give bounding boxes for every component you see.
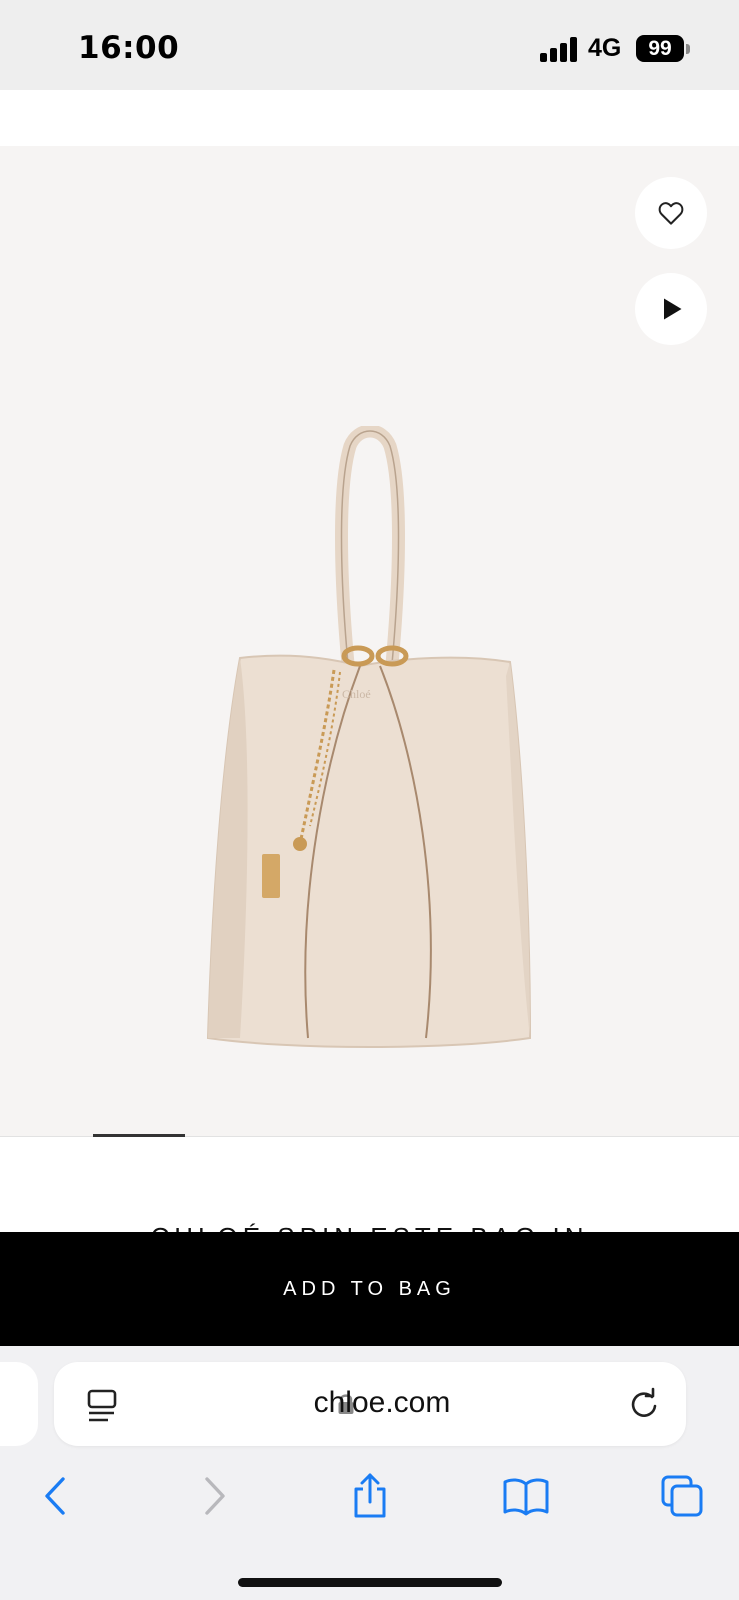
- battery-tip: [686, 44, 690, 54]
- gallery-indicator[interactable]: [93, 1134, 185, 1137]
- forward-button[interactable]: [184, 1466, 244, 1526]
- browser-toolbar: chloe.com: [0, 1346, 739, 1600]
- add-to-bag-label: ADD TO BAG: [283, 1277, 456, 1300]
- tabs-icon: [661, 1475, 703, 1517]
- signal-icon: [540, 36, 580, 62]
- product-image: Chloé: [206, 426, 532, 1048]
- previous-tab[interactable]: [0, 1362, 38, 1446]
- bag-logo: Chloé: [342, 687, 371, 701]
- forward-icon: [205, 1477, 225, 1515]
- tabs-button[interactable]: [652, 1466, 712, 1526]
- bookmarks-icon: [503, 1478, 549, 1516]
- browser-nav: [0, 1466, 739, 1536]
- back-button[interactable]: [26, 1466, 86, 1526]
- product-gallery[interactable]: Chloé: [0, 146, 739, 1136]
- bookmarks-button[interactable]: [496, 1466, 556, 1526]
- url-text: chloe.com: [313, 1386, 451, 1419]
- share-button[interactable]: [340, 1466, 400, 1526]
- status-bar: 16:00 4G 99: [0, 0, 739, 90]
- battery-level: 99: [648, 37, 672, 60]
- address-bar[interactable]: chloe.com: [54, 1362, 686, 1446]
- play-video-button[interactable]: [635, 273, 707, 345]
- page-header: [0, 90, 739, 146]
- heart-icon: [658, 202, 684, 225]
- back-icon: [45, 1477, 65, 1515]
- home-indicator[interactable]: [238, 1578, 502, 1587]
- add-to-bag-button[interactable]: ADD TO BAG: [0, 1232, 739, 1346]
- network-label: 4G: [588, 34, 622, 62]
- battery-icon: 99: [636, 35, 684, 62]
- reload-icon[interactable]: [626, 1386, 662, 1422]
- share-icon: [354, 1473, 386, 1518]
- play-icon: [664, 298, 682, 320]
- wishlist-button[interactable]: [635, 177, 707, 249]
- status-time: 16:00: [78, 30, 180, 66]
